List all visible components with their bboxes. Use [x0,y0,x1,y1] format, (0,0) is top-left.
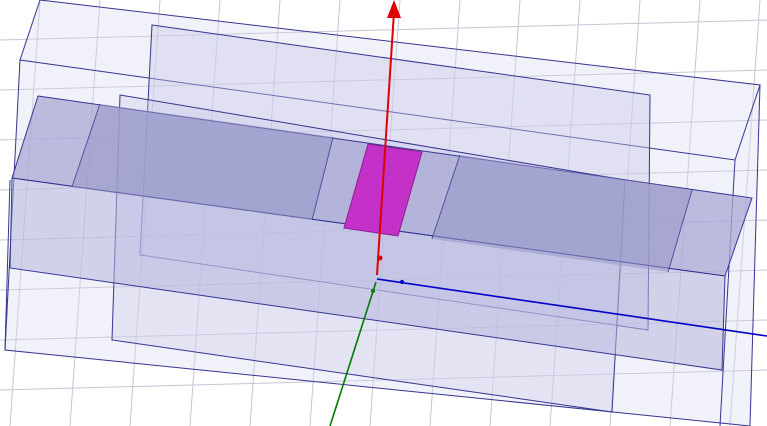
3d-modeler-viewport[interactable] [0,0,767,426]
scene-canvas[interactable] [0,0,767,426]
